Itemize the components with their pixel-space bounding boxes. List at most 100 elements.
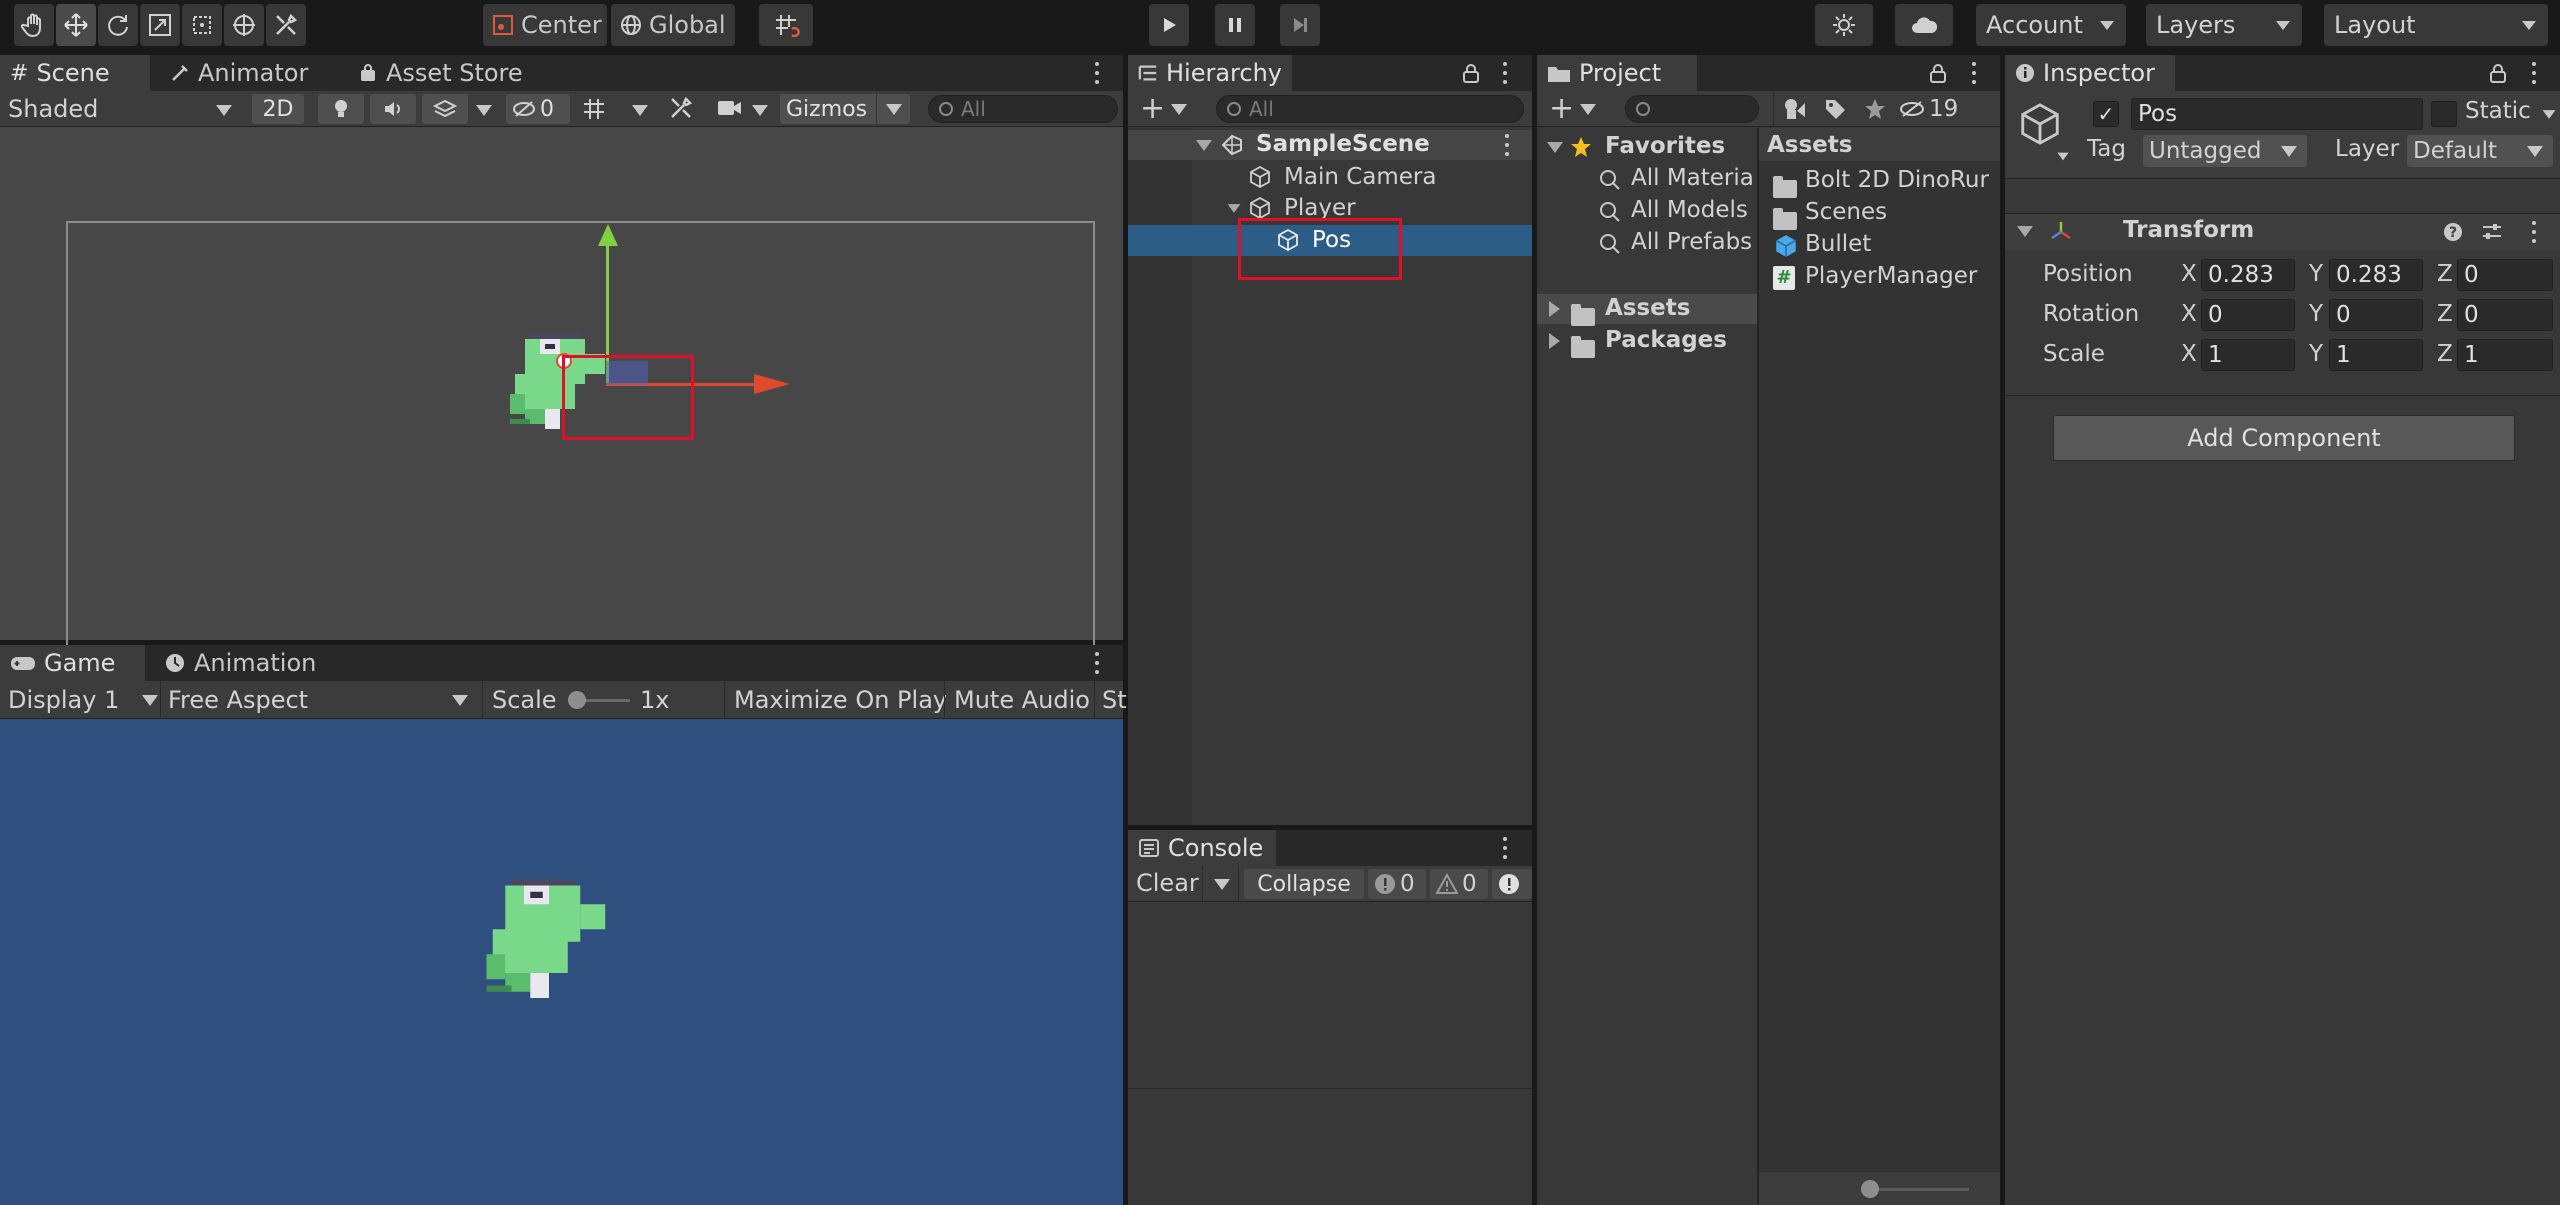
position-x-field[interactable]: 0.283 — [2201, 259, 2295, 291]
rotation-z-field[interactable]: 0 — [2457, 299, 2553, 331]
move-tool-icon[interactable] — [56, 4, 96, 46]
tab-asset-store[interactable]: Asset Store — [348, 55, 533, 91]
shading-mode-dropdown[interactable]: Shaded — [8, 94, 236, 124]
lock-icon[interactable] — [1929, 63, 1947, 83]
icon-size-slider-track[interactable] — [1869, 1188, 1969, 1191]
effects-dropdown-icon[interactable] — [476, 105, 492, 116]
asset-item-scenes-folder[interactable]: Scenes — [1759, 198, 2000, 230]
expand-arrow-icon[interactable] — [1547, 142, 1563, 153]
expand-arrow-icon[interactable] — [1196, 140, 1212, 151]
rotation-y-field[interactable]: 0 — [2329, 299, 2423, 331]
position-z-field[interactable]: 0 — [2457, 259, 2553, 291]
favorites-item-materials[interactable]: All Materia — [1537, 164, 1757, 194]
star-icon[interactable] — [1863, 97, 1887, 121]
rotation-x-label[interactable]: X — [2181, 301, 2197, 327]
scene-menu-icon[interactable] — [1094, 62, 1100, 84]
hierarchy-item-main-camera[interactable]: Main Camera — [1128, 162, 1532, 192]
info-filter-toggle[interactable]: 0 — [1368, 869, 1426, 899]
custom-tools-icon[interactable] — [266, 4, 306, 46]
game-viewport[interactable] — [0, 719, 1123, 1205]
cloud-button[interactable] — [1895, 4, 1953, 46]
scale-z-label[interactable]: Z — [2437, 341, 2453, 367]
hidden-objects-toggle[interactable]: 0 — [506, 94, 570, 124]
hand-tool-icon[interactable] — [14, 4, 54, 46]
static-checkbox[interactable] — [2431, 101, 2457, 127]
lighting-toggle-icon[interactable] — [318, 94, 364, 124]
expand-arrow-icon[interactable] — [1227, 204, 1241, 213]
step-button[interactable] — [1280, 4, 1320, 46]
position-y-field[interactable]: 0.283 — [2329, 259, 2423, 291]
pivot-mode-button[interactable]: Center — [483, 4, 607, 46]
component-menu-icon[interactable] — [2531, 221, 2537, 243]
clear-button[interactable]: Clear — [1136, 869, 1199, 897]
create-add-button[interactable]: + — [1140, 94, 1192, 124]
favorites-item-models[interactable]: All Models — [1537, 196, 1757, 226]
object-name-field[interactable]: Pos — [2131, 98, 2423, 130]
error-filter-toggle[interactable] — [1492, 869, 1532, 899]
y-axis-arrow-icon[interactable] — [598, 224, 618, 246]
transform-component-header[interactable]: Transform ? — [2005, 214, 2560, 250]
services-button[interactable] — [1815, 4, 1873, 46]
tab-console[interactable]: Console — [1128, 830, 1276, 866]
stats-toggle[interactable]: St — [1102, 686, 1127, 714]
scale-slider-thumb[interactable] — [568, 691, 586, 709]
2d-mode-button[interactable]: 2D — [252, 94, 304, 124]
expand-arrow-icon[interactable] — [1549, 301, 1560, 317]
active-checkbox[interactable]: ✓ — [2093, 101, 2119, 127]
project-search-input[interactable] — [1625, 95, 1759, 123]
favorites-row[interactable]: Favorites — [1537, 132, 1757, 162]
static-dropdown-icon[interactable] — [2541, 109, 2557, 120]
tab-animator[interactable]: Animator — [160, 55, 318, 91]
tab-project[interactable]: Project — [1537, 55, 1697, 91]
game-menu-icon[interactable] — [1094, 652, 1100, 674]
tab-game[interactable]: Game — [0, 645, 145, 681]
grid-dropdown-icon[interactable] — [632, 105, 648, 116]
tree-item-packages[interactable]: Packages — [1537, 326, 1757, 358]
warning-filter-toggle[interactable]: 0 — [1430, 869, 1488, 899]
maximize-on-play-toggle[interactable]: Maximize On Play — [734, 686, 947, 714]
effects-toggle-icon[interactable] — [422, 94, 468, 124]
tab-animation[interactable]: Animation — [154, 645, 326, 681]
project-menu-icon[interactable] — [1971, 62, 1977, 84]
collapse-toggle[interactable]: Collapse — [1244, 869, 1364, 899]
rotation-y-label[interactable]: Y — [2309, 301, 2323, 327]
gizmos-dropdown[interactable]: Gizmos — [780, 94, 910, 124]
scene-row[interactable]: SampleScene — [1128, 130, 1532, 160]
rotation-z-label[interactable]: Z — [2437, 301, 2453, 327]
add-component-button[interactable]: Add Component — [2053, 415, 2515, 461]
play-button[interactable] — [1149, 4, 1189, 46]
scene-search-input[interactable]: All — [928, 95, 1118, 123]
camera-icon[interactable] — [716, 97, 744, 125]
grid-toggle-icon[interactable] — [580, 95, 608, 129]
scale-tool-icon[interactable] — [140, 4, 180, 46]
rotate-tool-icon[interactable] — [98, 4, 138, 46]
console-menu-icon[interactable] — [1502, 837, 1508, 859]
asset-item-playermanager-script[interactable]: # PlayerManager — [1759, 262, 2000, 292]
tab-inspector[interactable]: Inspector — [2005, 55, 2175, 91]
layer-dropdown[interactable]: Default — [2407, 135, 2553, 167]
search-by-type-icon[interactable] — [1783, 97, 1809, 121]
transform-tool-icon[interactable] — [224, 4, 264, 46]
account-dropdown[interactable]: Account — [1976, 4, 2126, 46]
scale-x-label[interactable]: X — [2181, 341, 2197, 367]
position-y-label[interactable]: Y — [2309, 261, 2323, 287]
grid-snap-icon[interactable] — [759, 4, 813, 46]
tools-icon[interactable] — [668, 95, 694, 127]
tab-scene[interactable]: # Scene — [0, 55, 150, 91]
pivot-rotation-button[interactable]: Global — [611, 4, 735, 46]
layers-dropdown[interactable]: Layers — [2146, 4, 2302, 46]
lock-icon[interactable] — [1462, 63, 1480, 83]
help-icon[interactable]: ? — [2443, 222, 2463, 242]
hidden-packages-toggle[interactable]: 19 — [1899, 94, 1958, 124]
rect-tool-icon[interactable] — [182, 4, 222, 46]
scale-x-field[interactable]: 1 — [2201, 339, 2295, 371]
position-x-label[interactable]: X — [2181, 261, 2197, 287]
display-dropdown[interactable]: Display 1 — [8, 685, 158, 715]
tag-dropdown[interactable]: Untagged — [2143, 135, 2307, 167]
aspect-dropdown[interactable]: Free Aspect — [168, 685, 474, 715]
console-detail-divider[interactable] — [1128, 1088, 1532, 1089]
x-axis-arrow-icon[interactable] — [754, 374, 790, 394]
position-z-label[interactable]: Z — [2437, 261, 2453, 287]
scale-y-field[interactable]: 1 — [2329, 339, 2423, 371]
audio-toggle-icon[interactable] — [370, 94, 416, 124]
